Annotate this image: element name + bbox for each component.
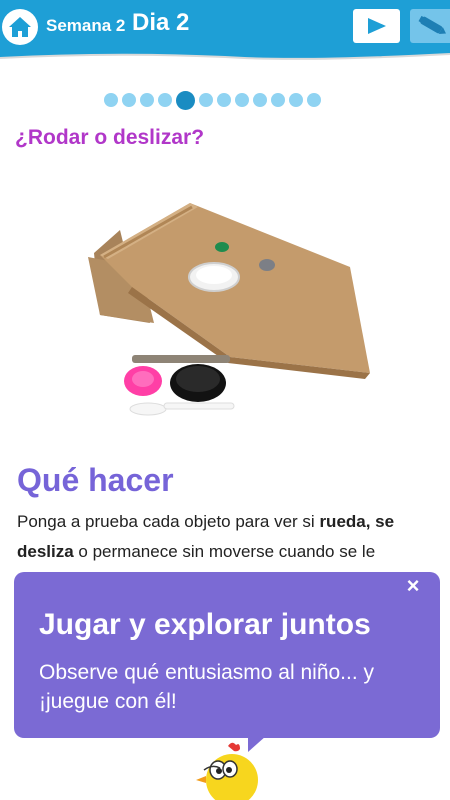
instructions-bold: desliza bbox=[17, 542, 74, 561]
chick-mascot-icon[interactable] bbox=[194, 740, 260, 800]
activity-title: ¿Rodar o deslizar? bbox=[15, 126, 205, 149]
play-icon bbox=[367, 18, 386, 34]
day-label: Dia 2 bbox=[132, 9, 190, 36]
page-dot[interactable] bbox=[217, 93, 231, 107]
page-dot-active[interactable] bbox=[176, 90, 195, 110]
home-button[interactable] bbox=[2, 9, 38, 45]
page-dot[interactable] bbox=[199, 93, 213, 107]
page-dot[interactable] bbox=[158, 93, 172, 107]
tip-body: Observe qué entusiasmo al niño... y ¡jue… bbox=[39, 661, 375, 713]
page-dot[interactable] bbox=[140, 93, 154, 107]
page-dot[interactable] bbox=[271, 93, 285, 107]
instructions-text: Ponga a prueba cada objeto para ver si r… bbox=[17, 507, 437, 567]
close-icon[interactable]: × bbox=[403, 575, 423, 597]
page-dot[interactable] bbox=[235, 93, 249, 107]
play-button[interactable] bbox=[353, 9, 400, 43]
page-dot[interactable] bbox=[307, 93, 321, 107]
section-heading: Qué hacer bbox=[17, 462, 174, 498]
instructions-part: o permanece sin moverse cuando se le bbox=[73, 542, 376, 561]
instructions-part: Ponga a prueba cada objeto para ver si bbox=[17, 512, 320, 531]
pen-button[interactable] bbox=[410, 9, 450, 43]
instructions-bold: rueda, se bbox=[319, 512, 395, 531]
page-dot[interactable] bbox=[289, 93, 303, 107]
pagination-dots bbox=[104, 90, 321, 110]
pen-icon bbox=[418, 15, 446, 34]
header-wave bbox=[0, 50, 450, 60]
tip-title: Jugar y explorar juntos bbox=[39, 608, 371, 641]
page-dot[interactable] bbox=[104, 93, 118, 107]
home-icon bbox=[9, 17, 31, 37]
ramp-photo bbox=[88, 203, 370, 416]
week-label: Semana 2 bbox=[46, 16, 126, 35]
page-dot[interactable] bbox=[253, 93, 267, 107]
page-dot[interactable] bbox=[122, 93, 136, 107]
